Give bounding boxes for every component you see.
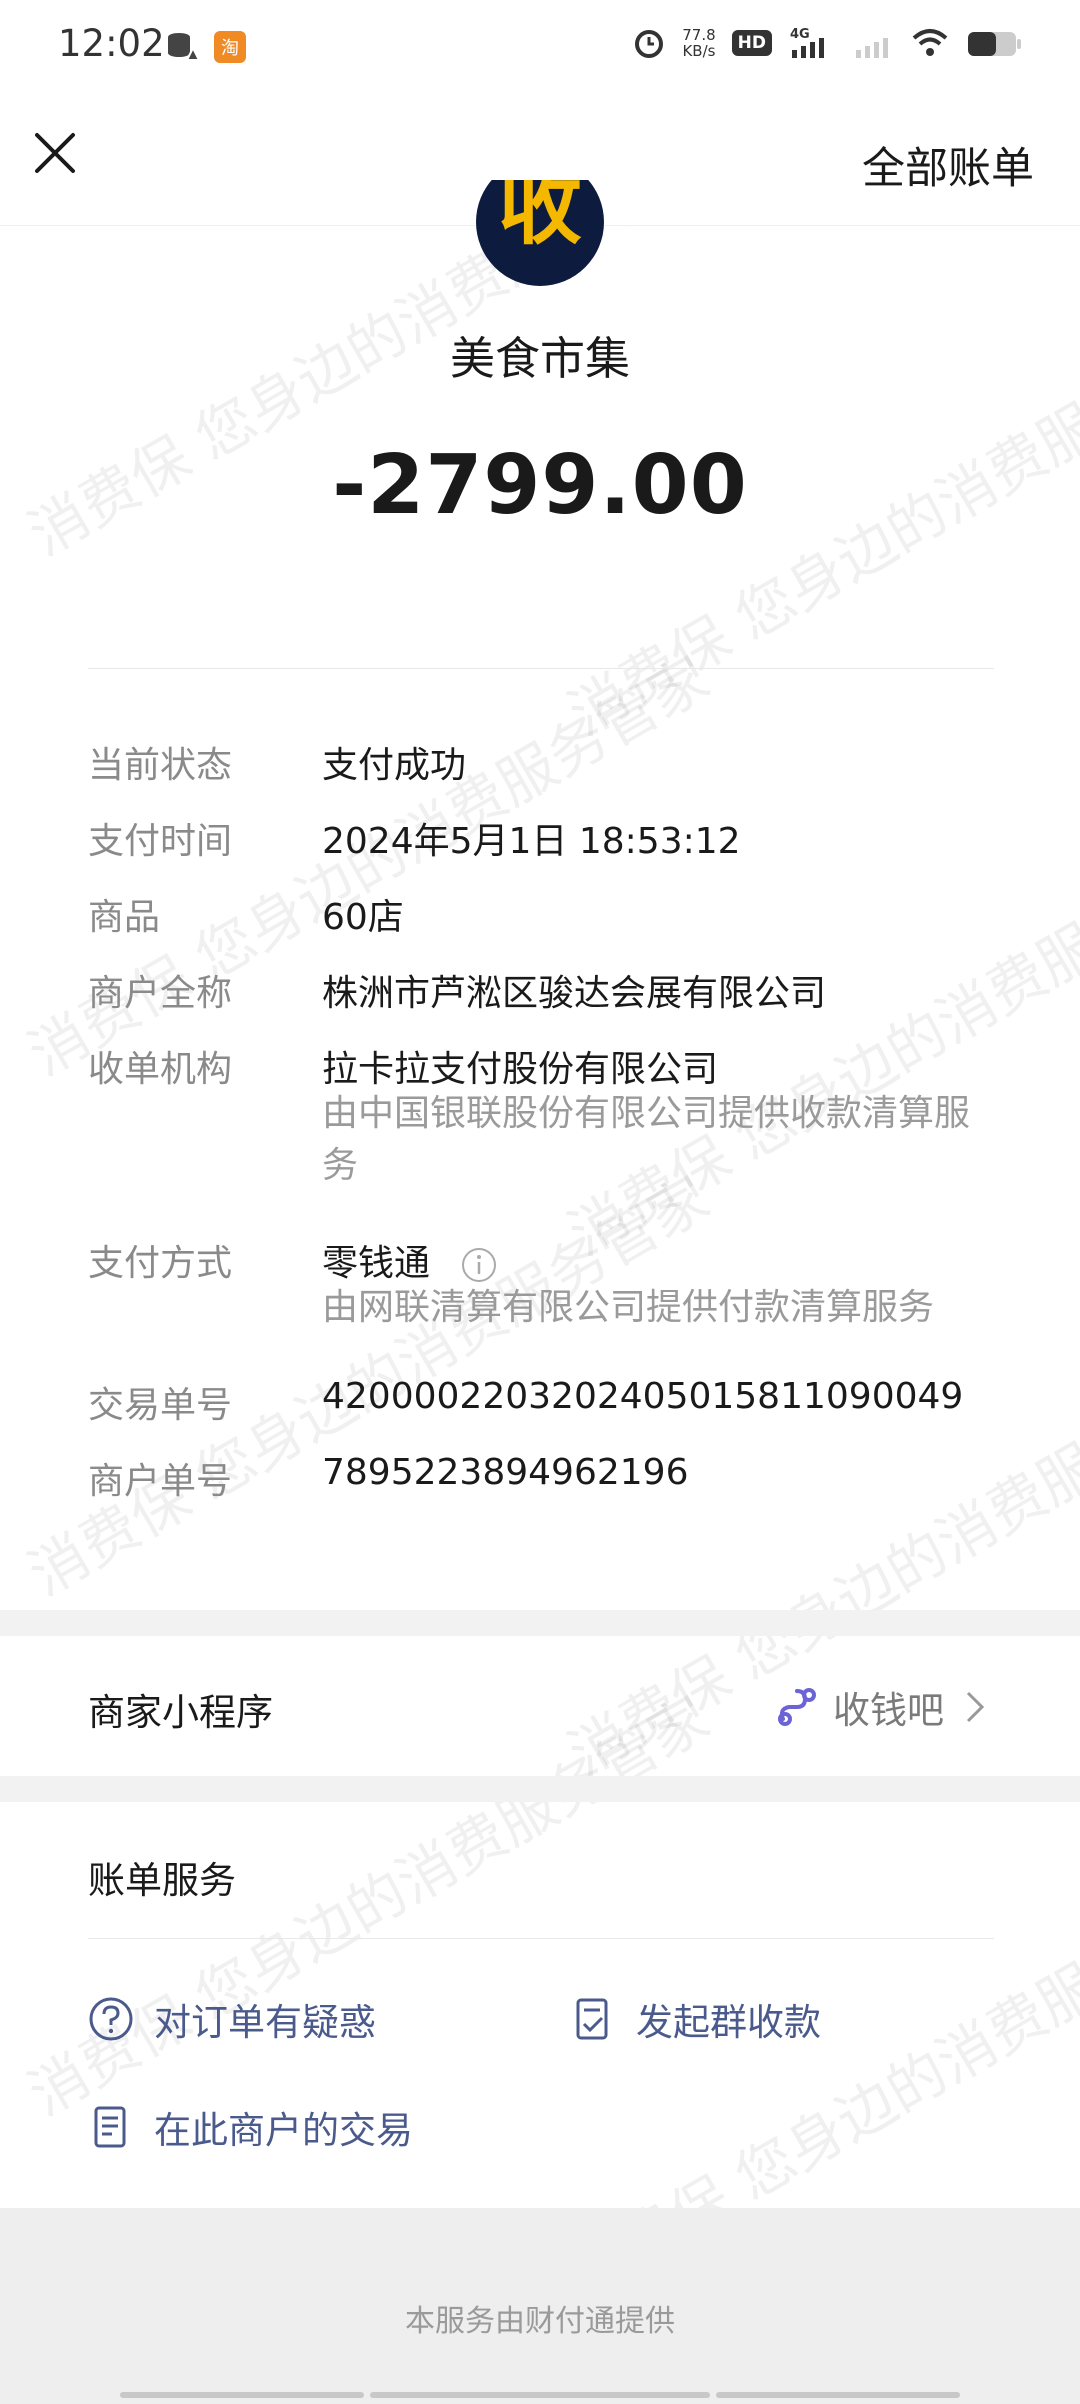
group-collect-icon: [576, 1998, 608, 2040]
divider: [88, 668, 994, 669]
mini-program-name: 收钱吧: [833, 1689, 944, 1732]
chevron-right-icon: [966, 1691, 985, 1723]
section-separator: [0, 1776, 1080, 1802]
merchant-transactions-label: 在此商户的交易: [154, 2109, 413, 2152]
home-indicator[interactable]: [120, 2392, 364, 2398]
merchant-name: 美食市集: [449, 332, 630, 385]
detail-value: 60店: [322, 897, 404, 938]
network-speed: 77.8 KB/s: [682, 27, 715, 59]
signal-empty-icon: [856, 38, 888, 58]
question-icon: [89, 1997, 133, 2041]
order-question-label: 对订单有疑惑: [154, 2001, 376, 2044]
taobao-app-icon: 淘: [214, 31, 246, 63]
detail-value[interactable]: 7895223894962196: [322, 1452, 688, 1493]
home-indicator[interactable]: [370, 2392, 710, 2398]
speed-unit: KB/s: [682, 42, 716, 60]
divider: [88, 1938, 994, 1939]
document-icon: [94, 2106, 126, 2148]
merchant-logo: 收: [476, 180, 604, 288]
mini-program-title: 商家小程序: [88, 1691, 273, 1734]
detail-sub-text: 由中国银联股份有限公司提供收款清算服务: [322, 1093, 971, 1186]
detail-value: 支付成功: [322, 745, 467, 786]
alarm-icon: [635, 30, 664, 58]
status-bar: 12:02 淘 77.8 KB/s HD 4G: [0, 0, 1080, 96]
notification-icons: 淘: [165, 30, 247, 64]
hd-icon: HD: [731, 30, 772, 56]
detail-value: 2024年5月1日 18:53:12: [322, 821, 741, 862]
group-collect-button[interactable]: 发起群收款: [570, 1992, 821, 2046]
detail-value: 拉卡拉支付股份有限公司: [322, 1049, 719, 1090]
transaction-amount: -2799.00: [332, 438, 748, 533]
footer: 本服务由财付通提供: [0, 2208, 1080, 2404]
merchant-mini-program-row[interactable]: 商家小程序 收钱吧: [0, 1636, 1080, 1776]
order-question-button[interactable]: 对订单有疑惑: [88, 1992, 376, 2046]
close-icon[interactable]: [28, 126, 82, 180]
detail-label: 商户全称: [88, 973, 233, 1014]
detail-label: 交易单号: [88, 1385, 233, 1426]
wifi-icon: [912, 29, 948, 56]
detail-value[interactable]: 4200002203202405015811090049: [322, 1376, 963, 1417]
detail-value: 零钱通: [322, 1243, 431, 1284]
merchant-transactions-button[interactable]: 在此商户的交易: [88, 2100, 413, 2154]
network-label: 4G: [790, 27, 810, 42]
battery-icon: [968, 32, 1021, 56]
detail-label: 收单机构: [88, 1049, 233, 1090]
detail-label: 支付方式: [88, 1243, 233, 1284]
all-bills-link[interactable]: 全部账单: [862, 134, 1034, 196]
detail-label: 商品: [88, 897, 161, 938]
section-separator: [0, 1610, 1080, 1636]
status-time: 12:02: [58, 22, 165, 65]
footer-provider-text: 本服务由财付通提供: [405, 2304, 675, 2339]
detail-label: 商户单号: [88, 1461, 233, 1502]
status-right-icons: 77.8 KB/s HD 4G: [632, 26, 1024, 60]
detail-label: 支付时间: [88, 821, 233, 862]
detail-sub-text: 由网联清算有限公司提供付款清算服务: [322, 1287, 935, 1328]
info-icon[interactable]: [461, 1247, 497, 1283]
merchant-logo-char: 收: [497, 180, 582, 256]
speed-value: 77.8: [682, 26, 716, 44]
mini-program-link[interactable]: 收钱吧: [775, 1680, 992, 1734]
mini-program-icon: [778, 1688, 816, 1726]
detail-label: 当前状态: [88, 745, 233, 786]
signal-4g-icon: 4G: [790, 27, 824, 58]
bill-services-title: 账单服务: [88, 1859, 236, 1902]
database-warning-icon: [168, 33, 199, 61]
svg-text:淘: 淘: [221, 38, 239, 59]
detail-value-wrap: 零钱通: [322, 1234, 497, 1286]
home-indicator[interactable]: [716, 2392, 960, 2398]
detail-value: 株洲市芦淞区骏达会展有限公司: [322, 973, 827, 1014]
group-collect-label: 发起群收款: [636, 2001, 821, 2044]
